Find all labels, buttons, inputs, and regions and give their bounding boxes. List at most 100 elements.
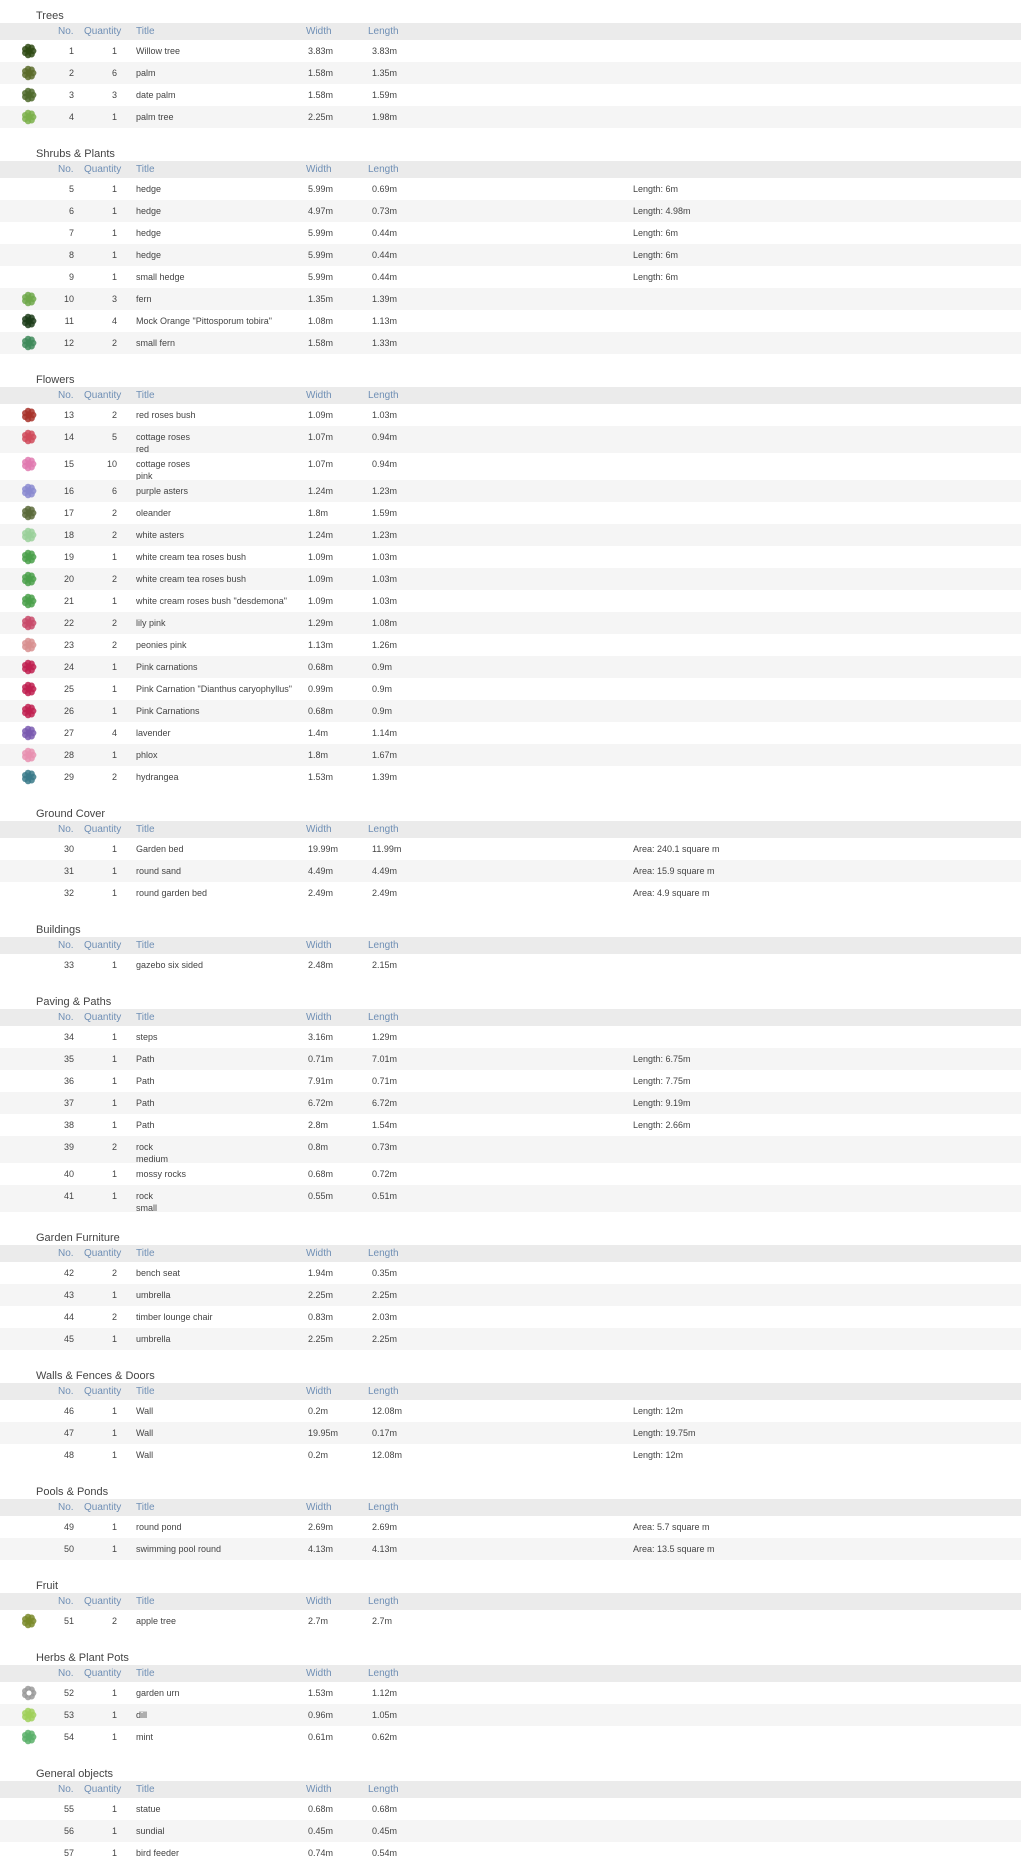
item-title: statue: [136, 1803, 161, 1815]
item-quantity: 2: [111, 574, 117, 584]
item-quantity: 1: [111, 1120, 117, 1130]
item-width: 1.94m: [308, 1268, 334, 1278]
item-title: round garden bed: [136, 887, 207, 899]
section-general-objects: General objects No. Quantity Title Width Leng…: [0, 1758, 1024, 1874]
item-number: 34: [63, 1032, 74, 1042]
item-quantity: 1: [111, 184, 117, 194]
column-header-title: Title: [136, 1502, 155, 1513]
item-width: 3.83m: [308, 46, 334, 56]
item-length: 0.9m: [372, 706, 393, 716]
item-title-text: round garden bed: [136, 888, 208, 898]
item-quantity: 3: [111, 90, 117, 100]
column-header-length: Length: [368, 1386, 399, 1397]
column-header-length: Length: [368, 1668, 399, 1679]
column-header-quantity: Quantity: [84, 1784, 122, 1795]
item-width: 1.13m: [308, 640, 334, 650]
item-width: 5.99m: [308, 184, 334, 194]
item-title: umbrella: [136, 1333, 171, 1345]
column-header-title: Title: [136, 1012, 155, 1023]
column-header-quantity: Quantity: [84, 1668, 122, 1679]
white-asters-icon: [20, 527, 38, 543]
column-header-length: Length: [368, 164, 399, 175]
item-title-text: hedge: [136, 184, 162, 194]
item-notes: Area: 5.7 square m: [633, 1522, 710, 1532]
table-row: 16 6 purple asters 1.24m 1.23m: [0, 480, 1021, 502]
column-header-quantity: Quantity: [84, 1012, 122, 1023]
item-length: 1.26m: [372, 640, 398, 650]
item-title: umbrella: [136, 1289, 171, 1301]
item-quantity: 2: [111, 1142, 117, 1152]
item-number: 10: [63, 294, 74, 304]
item-title-text: bench seat: [136, 1268, 181, 1278]
item-number: 18: [63, 530, 74, 540]
table-row: 7 1 hedge 5.99m 0.44m Length: 6m: [0, 222, 1021, 244]
item-number: 42: [63, 1268, 74, 1278]
item-title-text: bird feeder: [136, 1848, 180, 1858]
item-title-text: hedge: [136, 250, 162, 260]
item-width: 0.74m: [308, 1848, 334, 1858]
item-number: 52: [63, 1688, 74, 1698]
column-header-quantity: Quantity: [84, 1596, 122, 1607]
item-title: white cream tea roses bush: [136, 551, 246, 563]
table-row: 31 1 round sand 4.49m 4.49m Area: 15.9 square…: [0, 860, 1021, 882]
section-title-text: Herbs & Plant Pots: [36, 1652, 129, 1664]
table-row: 40 1 mossy rocks 0.68m 0.72m: [0, 1163, 1021, 1185]
item-title-text: Mock Orange "Pittosporum tobira": [136, 316, 272, 326]
lily-pink-icon: [20, 615, 38, 631]
item-title: hedge: [136, 205, 161, 217]
item-quantity: 2: [111, 1616, 117, 1626]
item-number: 45: [63, 1334, 74, 1344]
item-title-text: rock: [136, 1142, 154, 1152]
item-notes: Length: 6m: [633, 272, 679, 282]
table-header: No. Quantity Title Width Length: [0, 1245, 1021, 1262]
item-title: gazebo six sided: [136, 959, 203, 971]
column-header-title: Title: [136, 1784, 155, 1795]
item-length: 0.9m: [372, 662, 393, 672]
item-title-text: hedge: [136, 206, 162, 216]
table-row: 32 1 round garden bed 2.49m 2.49m Area: 4.9 s…: [0, 882, 1021, 904]
date-palm-icon: [20, 87, 38, 103]
item-title: hedge: [136, 249, 161, 261]
item-title: peonies pink: [136, 639, 187, 651]
item-title-text: apple tree: [136, 1616, 177, 1626]
item-number: 39: [63, 1142, 74, 1152]
item-length: 2.69m: [372, 1522, 398, 1532]
item-width: 4.49m: [308, 866, 334, 876]
item-title-text: purple asters: [136, 486, 189, 496]
item-number: 12: [63, 338, 74, 348]
item-width: 1.07m: [308, 459, 334, 469]
column-header-no: No.: [58, 824, 74, 835]
fern-icon: [20, 291, 38, 307]
item-title: Wall: [136, 1405, 153, 1417]
item-notes: Area: 240.1 square m: [633, 844, 720, 854]
item-width: 0.55m: [308, 1191, 334, 1201]
item-width: 0.96m: [308, 1710, 334, 1720]
white-tea-roses-icon-2: [20, 571, 38, 587]
item-title: Wall: [136, 1427, 153, 1439]
item-width: 0.68m: [308, 706, 334, 716]
item-title-text: Path: [136, 1076, 155, 1086]
item-title-text: mossy rocks: [136, 1169, 187, 1179]
table-row: 45 1 umbrella 2.25m 2.25m: [0, 1328, 1021, 1350]
item-length: 12.08m: [372, 1450, 403, 1460]
item-quantity: 1: [111, 1406, 117, 1416]
column-header-quantity: Quantity: [84, 1502, 122, 1513]
item-title-text: oleander: [136, 508, 172, 518]
item-width: 2.25m: [308, 1334, 334, 1344]
apple-tree-icon: [20, 1613, 38, 1629]
hydrangea-icon: [20, 769, 38, 785]
section-title: Buildings: [0, 914, 1024, 937]
item-title-text: garden urn: [136, 1688, 180, 1698]
item-number: 7: [68, 228, 74, 238]
table-header: No. Quantity Title Width Length: [0, 387, 1021, 404]
item-title: cottage roses pink: [136, 458, 190, 482]
item-title-text: umbrella: [136, 1334, 171, 1344]
column-header-title: Title: [136, 1668, 155, 1679]
item-number: 53: [63, 1710, 74, 1720]
item-quantity: 6: [111, 68, 117, 78]
section-title-text: Garden Furniture: [36, 1232, 120, 1244]
item-quantity: 2: [111, 640, 117, 650]
section-ground-cover: Ground Cover No. Quantity Title Width Length 3…: [0, 798, 1024, 914]
